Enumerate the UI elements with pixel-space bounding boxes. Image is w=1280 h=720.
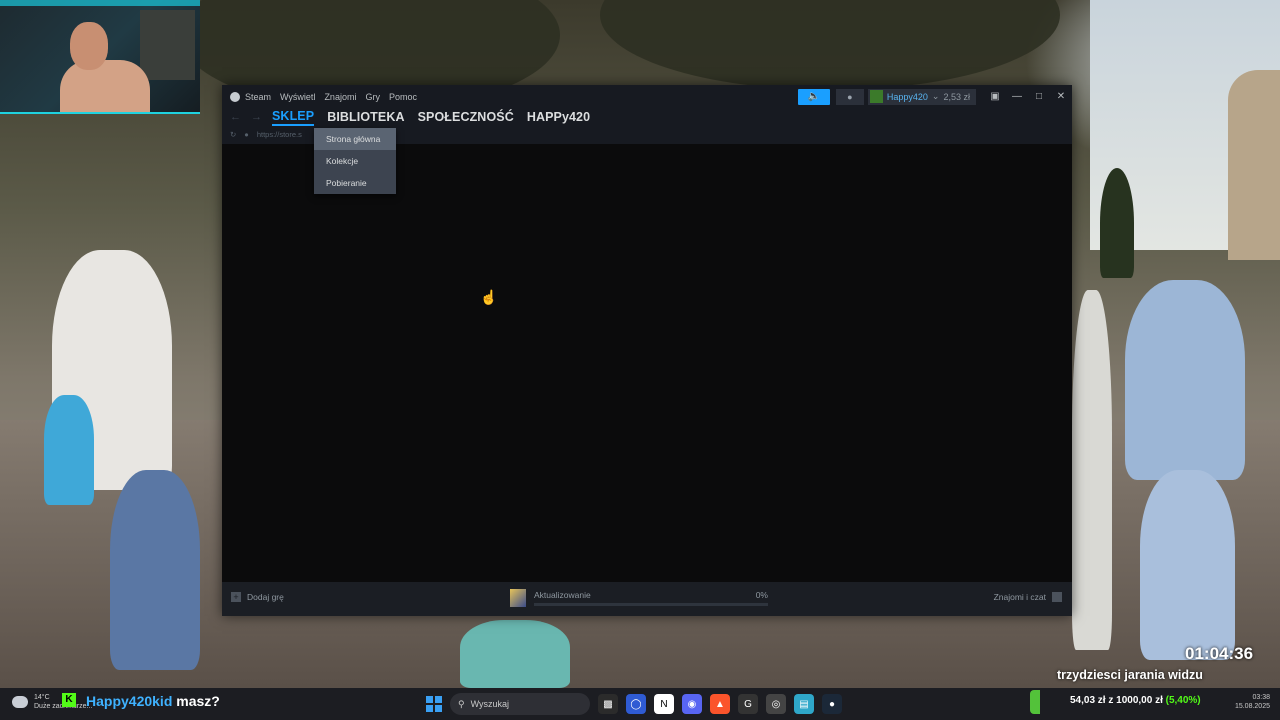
- friends-chat-button[interactable]: Znajomi i czat: [994, 592, 1062, 602]
- title-right: 🔈 ● Happy420 ⌄ 2,53 zł ▣ — □ ✕: [797, 85, 1072, 108]
- donation-goal: 54,03 zł z 1000,00 zł (5,40%): [1030, 690, 1230, 714]
- dropdown-item-home[interactable]: Strona główna: [314, 128, 396, 150]
- shelf: [140, 10, 195, 80]
- obs-icon[interactable]: ◎: [766, 694, 786, 714]
- clock-time: 03:38: [1252, 694, 1270, 701]
- weather-widget[interactable]: 14°C Duże zachmurze...: [12, 693, 92, 711]
- pedestrian: [1140, 470, 1235, 660]
- blue-bag: [44, 395, 94, 505]
- download-status[interactable]: Aktualizowanie 0%: [510, 589, 768, 609]
- download-percent: 0%: [755, 590, 768, 600]
- chat-text: masz?: [176, 693, 220, 709]
- pedestrian: [110, 470, 200, 670]
- friends-chat-label: Znajomi i czat: [993, 592, 1046, 602]
- big-picture-icon[interactable]: ▣: [984, 91, 1006, 102]
- chat-message: Happy420kid masz?: [86, 693, 220, 709]
- dropdown-item-downloads[interactable]: Pobieranie: [314, 172, 396, 194]
- announcements-button[interactable]: 🔈: [797, 88, 830, 105]
- clock-date: 15.08.2025: [1234, 703, 1270, 710]
- donation-amount: 54,03 zł z 1000,00 zł: [1070, 695, 1163, 706]
- menu-friends[interactable]: Znajomi: [324, 92, 356, 102]
- windows-start-icon[interactable]: [426, 696, 442, 712]
- menu-help[interactable]: Pomoc: [389, 92, 417, 102]
- cypress-tree: [1100, 168, 1134, 278]
- tab-profile[interactable]: HAPPy420: [527, 110, 590, 124]
- account-name: Happy420: [886, 91, 928, 102]
- donation-text: 54,03 zł z 1000,00 zł (5,40%): [1070, 695, 1201, 706]
- colosseum: [1228, 70, 1280, 260]
- notifications-button[interactable]: ●: [835, 88, 864, 105]
- donation-percent: (5,40%): [1165, 695, 1201, 706]
- streamer-face: [70, 22, 108, 70]
- chevron-down-icon: ⌄: [931, 91, 940, 101]
- stream-timer: 01:04:36: [1185, 644, 1254, 663]
- megaphone-icon: 🔈: [807, 91, 821, 102]
- taskbar-apps: ⚲ Wyszukaj ▩ ◯ N ◉ ▲ G ◎ ▤ ●: [426, 693, 842, 715]
- brave-icon[interactable]: ▲: [710, 694, 730, 714]
- store-content: ☝: [222, 144, 1072, 582]
- steam-window: Steam Wyświetl Znajomi Gry Pomoc 🔈 ● Hap…: [222, 85, 1072, 616]
- tree-canopy: [600, 0, 1060, 90]
- tab-library[interactable]: BIBLIOTEKA: [327, 110, 404, 124]
- pedestrian: [1125, 280, 1245, 480]
- notion-icon[interactable]: N: [654, 694, 674, 714]
- url-text[interactable]: https://store.s: [257, 130, 302, 139]
- add-game-button[interactable]: + Dodaj grę: [231, 592, 284, 602]
- pedestrian-bag: [460, 620, 570, 688]
- discord-icon[interactable]: ◉: [682, 694, 702, 714]
- add-game-label: Dodaj grę: [247, 592, 284, 602]
- back-arrow-icon[interactable]: ←: [230, 111, 241, 123]
- pedestrian: [1072, 290, 1112, 650]
- tab-community[interactable]: SPOŁECZNOŚĆ: [418, 110, 514, 124]
- forward-arrow-icon[interactable]: →: [251, 111, 262, 123]
- chat-username: Happy420kid: [86, 693, 173, 709]
- kick-icon: K: [62, 693, 76, 707]
- dropdown-item-collections[interactable]: Kolekcje: [314, 150, 396, 172]
- taskbar-search[interactable]: ⚲ Wyszukaj: [450, 693, 590, 715]
- search-placeholder: Wyszukaj: [470, 699, 510, 709]
- avatar: [869, 90, 883, 103]
- webcam-overlay: [0, 0, 200, 114]
- nav-tabs: SKLEP BIBLIOTEKA SPOŁECZNOŚĆ HAPPy420: [272, 108, 590, 126]
- taskbar: 14°C Duże zachmurze... K Happy420kid mas…: [0, 688, 1280, 720]
- hand-cursor-icon: ☝: [480, 289, 498, 305]
- title-menu: Steam Wyświetl Znajomi Gry Pomoc: [230, 85, 417, 108]
- url-row: ↻ ● https://store.s: [230, 126, 302, 142]
- reload-icon[interactable]: ↻: [230, 130, 236, 139]
- steam-logo-icon: [230, 91, 240, 102]
- led-strip: [0, 0, 200, 6]
- download-label: Aktualizowanie: [534, 590, 591, 600]
- game-icon: [510, 589, 526, 607]
- maximize-icon[interactable]: □: [1028, 91, 1050, 102]
- bottom-bar: + Dodaj grę Aktualizowanie 0% Znajomi i …: [222, 582, 1072, 616]
- menu-games[interactable]: Gry: [365, 92, 380, 102]
- title-bar: Steam Wyświetl Znajomi Gry Pomoc 🔈 ● Hap…: [222, 85, 1072, 108]
- cloud-icon: [12, 696, 28, 708]
- nav-arrows: ← →: [230, 109, 262, 125]
- terminal-icon[interactable]: ▩: [598, 694, 618, 714]
- wallet-balance: 2,53 zł: [943, 91, 970, 102]
- steam-icon[interactable]: ●: [822, 694, 842, 714]
- account-button[interactable]: Happy420 ⌄ 2,53 zł: [867, 88, 976, 105]
- chat-icon: [1052, 592, 1062, 602]
- bell-icon: ●: [847, 91, 853, 102]
- logitech-icon[interactable]: G: [738, 694, 758, 714]
- lock-icon: ●: [244, 129, 249, 139]
- search-icon: ⚲: [458, 698, 465, 709]
- streamer-body: [60, 60, 150, 112]
- tab-store[interactable]: SKLEP: [272, 109, 315, 126]
- menu-view[interactable]: Wyświetl: [280, 92, 315, 102]
- menu-steam[interactable]: Steam: [245, 92, 271, 102]
- system-clock[interactable]: 03:38 15.08.2025: [1230, 693, 1270, 711]
- notepad-icon[interactable]: ▤: [794, 694, 814, 714]
- minimize-icon[interactable]: —: [1006, 91, 1028, 102]
- store-dropdown-menu: Strona główna Kolekcje Pobieranie: [314, 128, 396, 194]
- sub-goal-text: trzydziesci jarania widzu: [1057, 668, 1203, 682]
- close-icon[interactable]: ✕: [1050, 91, 1072, 102]
- browser-icon[interactable]: ◯: [626, 694, 646, 714]
- plus-icon: +: [231, 592, 241, 602]
- download-progress-track: [534, 603, 768, 606]
